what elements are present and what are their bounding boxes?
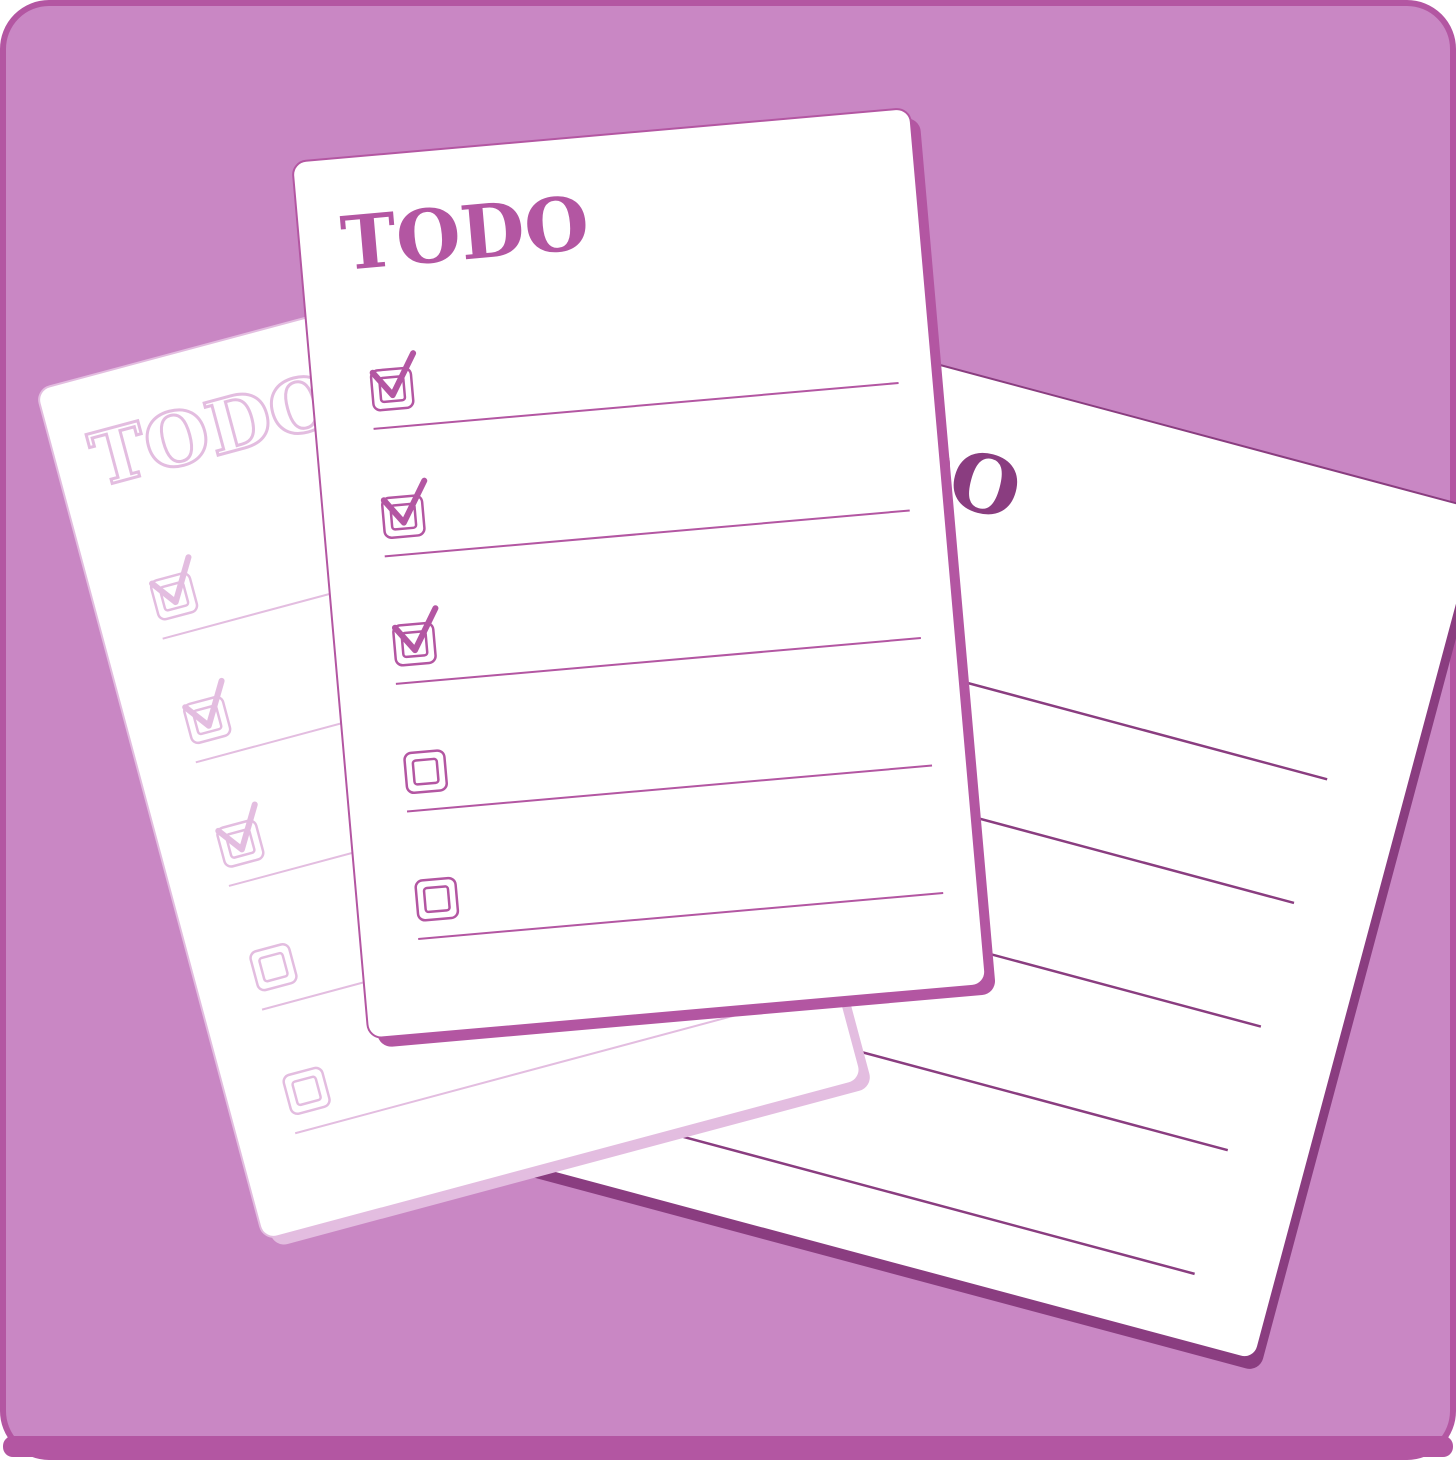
background-bottom-edge	[3, 1436, 1453, 1457]
todo-illustration: TODO TODO TODO	[0, 0, 1456, 1460]
sheet-front: TODO	[292, 108, 996, 1047]
